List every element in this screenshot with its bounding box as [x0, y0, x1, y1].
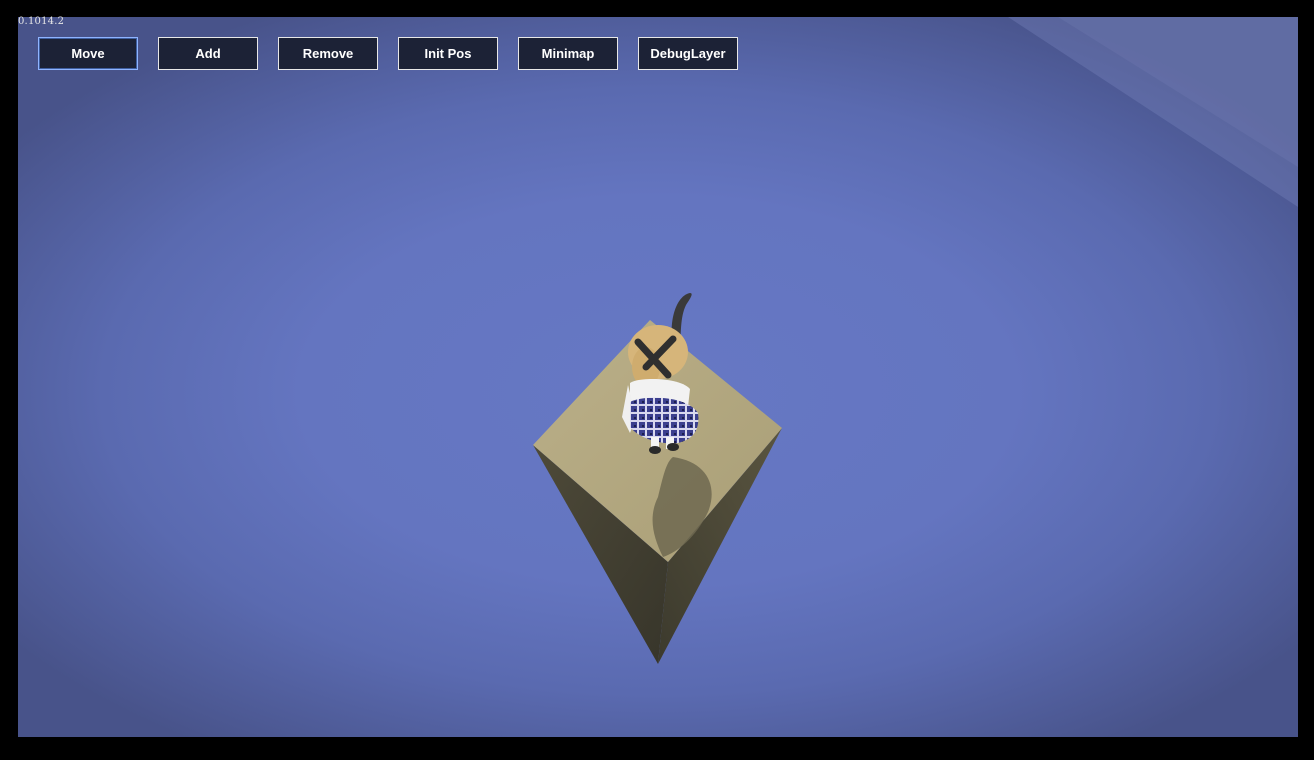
move-button[interactable]: Move	[38, 37, 138, 70]
toolbar: Move Add Remove Init Pos Minimap DebugLa…	[38, 37, 738, 70]
debug-layer-button[interactable]: DebugLayer	[638, 37, 738, 70]
game-scene	[533, 293, 782, 664]
3d-viewport[interactable]	[18, 17, 1298, 737]
init-pos-button[interactable]: Init Pos	[398, 37, 498, 70]
add-button[interactable]: Add	[158, 37, 258, 70]
remove-button[interactable]: Remove	[278, 37, 378, 70]
window-frame: 0.1014.2 Move Add Remove Init Pos Minima…	[0, 0, 1314, 760]
minimap-button[interactable]: Minimap	[518, 37, 618, 70]
version-label: 0.1014.2	[18, 16, 65, 27]
